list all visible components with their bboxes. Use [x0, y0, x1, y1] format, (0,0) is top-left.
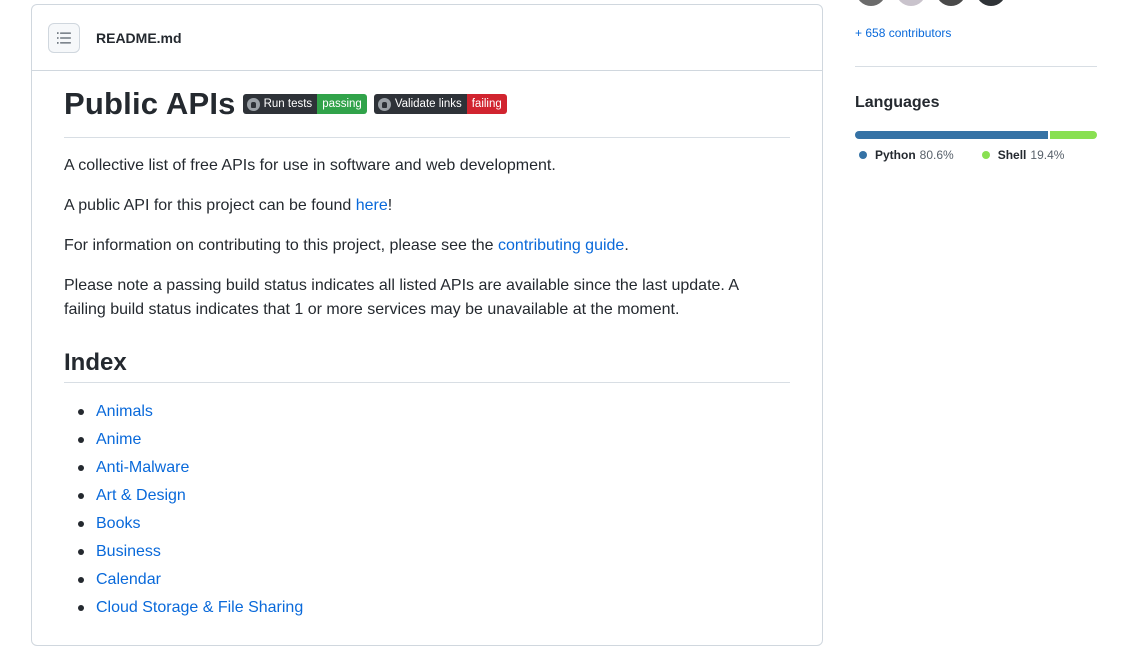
readme-header: README.md [32, 5, 822, 71]
index-link-calendar[interactable]: Calendar [96, 571, 161, 588]
note-line-1: Please note a passing build status indic… [64, 277, 740, 294]
language-name: Python [875, 148, 916, 162]
list-item: Animals [64, 398, 790, 426]
readme-filename: README.md [96, 29, 182, 46]
language-dot-icon [981, 151, 990, 159]
list-item: Cloud Storage & File Sharing [64, 594, 790, 622]
divider [855, 66, 1097, 67]
list-item: Business [64, 538, 790, 566]
list-item: Art & Design [64, 482, 790, 510]
index-link-animals[interactable]: Animals [96, 403, 153, 420]
badge-status: failing [466, 94, 507, 114]
bullet [78, 465, 84, 471]
badge-label: Validate links [394, 98, 462, 110]
index-link-art-design[interactable]: Art & Design [96, 487, 186, 504]
intro-paragraph: A collective list of free APIs for use i… [64, 157, 556, 174]
badge-label: Run tests [263, 98, 313, 110]
list-item: Calendar [64, 566, 790, 594]
language-item-python[interactable]: Python 80.6% [855, 148, 954, 162]
contributors-link[interactable]: + 658 contributors [855, 26, 951, 40]
list-item: Anti-Malware [64, 454, 790, 482]
index-link-business[interactable]: Business [96, 543, 161, 560]
avatar[interactable] [976, 0, 1006, 6]
api-paragraph: A public API for this project can be fou… [64, 194, 790, 218]
github-icon [246, 97, 260, 111]
contrib-text: For information on contributing to this … [64, 237, 499, 254]
title-row: Public APIs Run tests passing Validate l… [64, 71, 790, 138]
api-text: A public API for this project can be fou… [64, 197, 356, 214]
avatar[interactable] [936, 0, 966, 6]
list-item: Books [64, 510, 790, 538]
validate-links-badge[interactable]: Validate links failing [373, 94, 507, 114]
languages-list: Python 80.6% Shell 19.4% [855, 148, 1088, 162]
index-link-cloud-storage[interactable]: Cloud Storage & File Sharing [96, 599, 303, 616]
bullet [78, 493, 84, 499]
note-paragraph: Please note a passing build status indic… [64, 274, 790, 322]
language-item-shell[interactable]: Shell 19.4% [978, 148, 1065, 162]
language-segment-python[interactable] [855, 131, 1049, 139]
table-of-contents-button[interactable] [48, 22, 80, 53]
index-link-books[interactable]: Books [96, 515, 140, 532]
note-line-2: failing build status indicates that 1 or… [64, 301, 680, 318]
language-percent: 80.6% [919, 148, 954, 162]
index-list: Animals Anime Anti-Malware Art & Design … [64, 398, 790, 622]
api-text-end: ! [387, 197, 393, 214]
contributing-guide-link[interactable]: contributing guide [498, 237, 624, 254]
bullet [78, 437, 84, 443]
contributing-paragraph: For information on contributing to this … [64, 234, 790, 258]
index-link-anti-malware[interactable]: Anti-Malware [96, 459, 189, 476]
readme-box: README.md Public APIs Run tests passing … [31, 4, 823, 646]
language-name: Shell [997, 148, 1027, 162]
github-icon [377, 97, 391, 111]
index-heading: Index [64, 344, 790, 383]
here-link[interactable]: here [356, 197, 388, 214]
languages-heading: Languages [855, 94, 940, 111]
bullet [78, 409, 84, 415]
bullet [78, 521, 84, 527]
languages-bar [855, 131, 1097, 139]
readme-body: Public APIs Run tests passing Validate l… [32, 71, 822, 622]
contrib-text-end: . [624, 237, 629, 254]
avatar[interactable] [896, 0, 926, 6]
badge-status: passing [317, 94, 367, 114]
bullet [78, 577, 84, 583]
run-tests-badge[interactable]: Run tests passing [242, 94, 367, 114]
page-title: Public APIs [64, 86, 236, 121]
language-segment-shell[interactable] [1050, 131, 1097, 139]
list-item: Anime [64, 426, 790, 454]
list-icon [57, 31, 71, 44]
bullet [78, 549, 84, 555]
index-link-anime[interactable]: Anime [96, 431, 141, 448]
avatar[interactable] [856, 0, 886, 6]
language-dot-icon [859, 151, 867, 159]
bullet [78, 605, 84, 611]
language-percent: 19.4% [1030, 148, 1065, 162]
